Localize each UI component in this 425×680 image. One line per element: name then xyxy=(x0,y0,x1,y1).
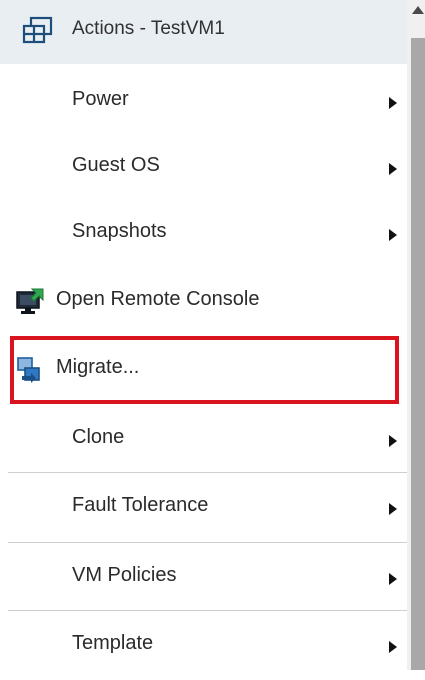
menu-item-guest-os[interactable]: Guest OS xyxy=(0,134,407,202)
menu-item-label: Snapshots xyxy=(72,220,167,242)
remote-console-icon xyxy=(16,288,44,314)
menu-item-fault-tolerance[interactable]: Fault Tolerance xyxy=(0,474,407,542)
menu-item-snapshots[interactable]: Snapshots xyxy=(0,200,407,268)
submenu-arrow-icon xyxy=(389,97,397,109)
menu-item-open-remote-console[interactable]: Open Remote Console xyxy=(0,268,407,336)
submenu-arrow-icon xyxy=(389,573,397,585)
menu-header: Actions - TestVM1 xyxy=(0,0,407,64)
submenu-arrow-icon xyxy=(389,641,397,653)
menu-item-label: Template xyxy=(72,632,154,654)
menu-item-label: VM Policies xyxy=(72,564,177,586)
menu-title: Actions - TestVM1 xyxy=(72,18,225,39)
menu-item-label: Power xyxy=(72,88,129,110)
scrollbar-thumb[interactable] xyxy=(411,38,425,670)
highlight-box xyxy=(10,336,399,404)
vm-group-icon xyxy=(22,16,53,44)
menu-divider xyxy=(8,472,407,473)
submenu-arrow-icon xyxy=(389,435,397,447)
submenu-arrow-icon xyxy=(389,163,397,175)
menu-item-label: Clone xyxy=(72,426,125,448)
menu-item-label: Guest OS xyxy=(72,154,160,176)
menu-item-clone[interactable]: Clone xyxy=(0,406,407,474)
menu-divider xyxy=(8,542,407,543)
scroll-up-arrow-icon[interactable] xyxy=(412,6,424,14)
menu-item-power[interactable]: Power xyxy=(0,68,407,136)
submenu-arrow-icon xyxy=(389,503,397,515)
actions-context-menu: Actions - TestVM1 Power Guest OS Snapsho… xyxy=(0,0,407,670)
submenu-arrow-icon xyxy=(389,229,397,241)
menu-item-vm-policies[interactable]: VM Policies xyxy=(0,544,407,612)
menu-item-label: Open Remote Console xyxy=(56,288,260,310)
menu-item-label: Fault Tolerance xyxy=(72,494,209,516)
menu-divider xyxy=(8,610,407,611)
